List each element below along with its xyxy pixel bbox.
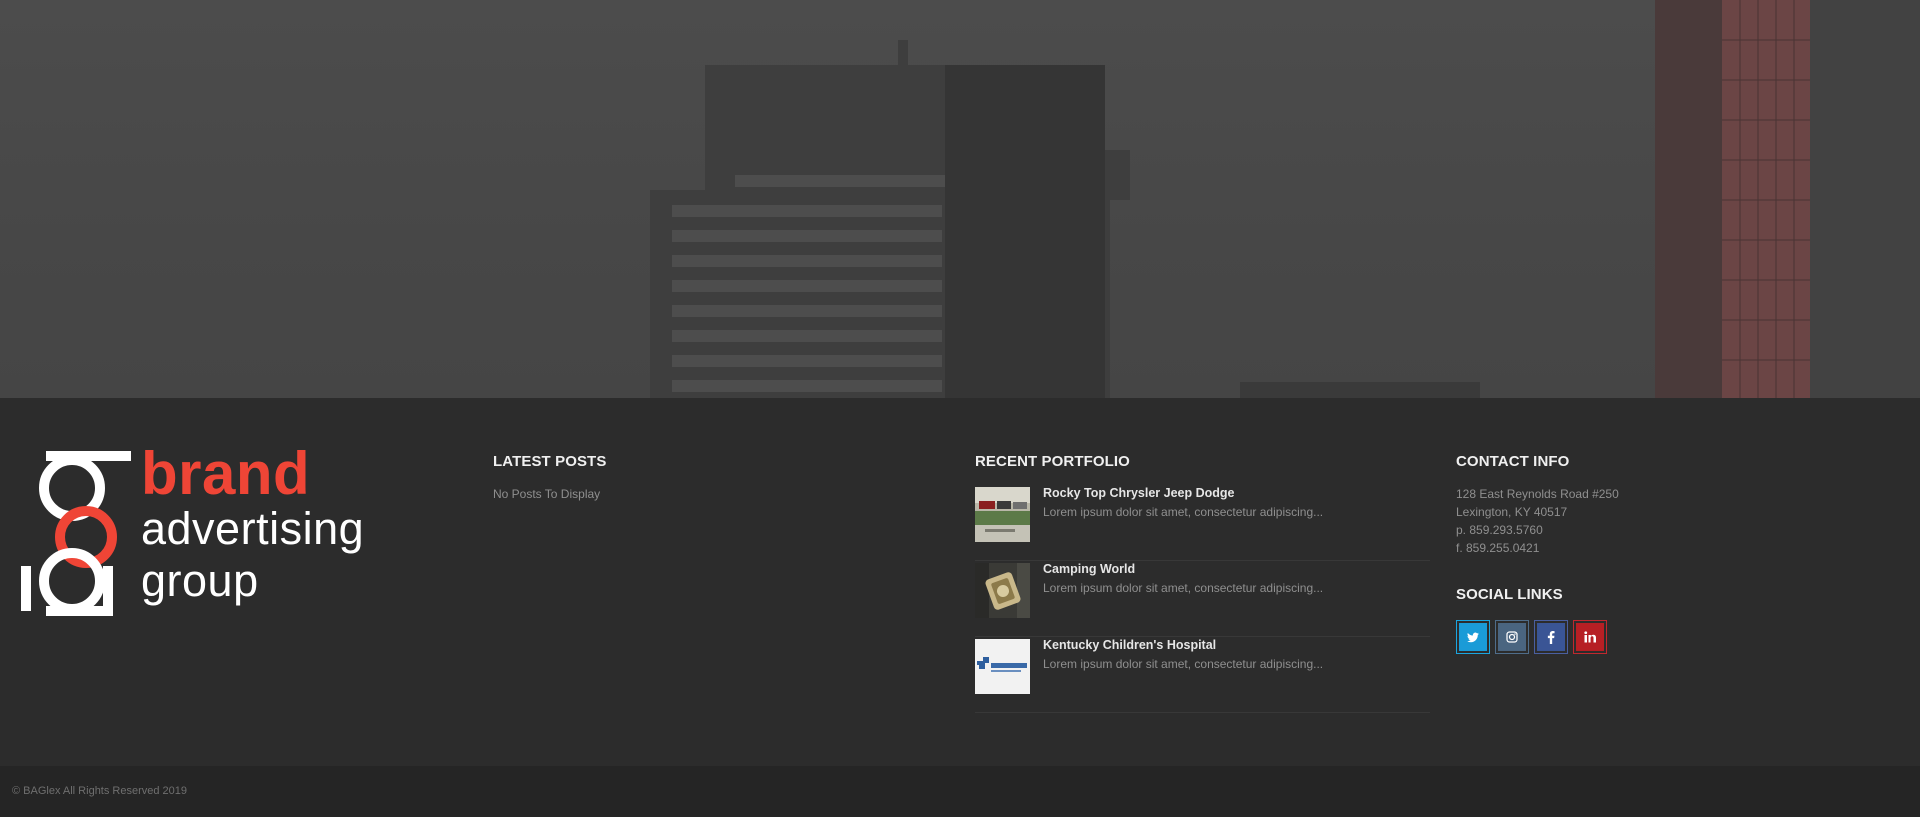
- twitter-icon: [1459, 623, 1487, 651]
- latest-posts-widget: LATEST POSTS No Posts To Display: [493, 453, 606, 503]
- logo-group-text: group: [141, 555, 259, 606]
- recent-portfolio-title: RECENT PORTFOLIO: [975, 453, 1130, 470]
- coin-thumbnail[interactable]: [975, 563, 1030, 618]
- portfolio-item[interactable]: Rocky Top Chrysler Jeep Dodge Lorem ipsu…: [975, 485, 1430, 561]
- hero-skyline-image: [0, 0, 1920, 398]
- portfolio-item-excerpt: Lorem ipsum dolor sit amet, consectetur …: [1043, 505, 1324, 519]
- linkedin-button[interactable]: [1573, 620, 1607, 654]
- footer-bottom-bar: © BAGlex All Rights Reserved 2019: [0, 766, 1920, 817]
- portfolio-list: Rocky Top Chrysler Jeep Dodge Lorem ipsu…: [975, 485, 1430, 713]
- logo-advertising-text: advertising: [141, 503, 365, 554]
- linkedin-icon: [1576, 623, 1604, 651]
- social-links-title: SOCIAL LINKS: [1456, 586, 1563, 603]
- healthcare-logo-thumbnail[interactable]: [975, 639, 1030, 694]
- site-footer: brand advertising group LATEST POSTS No …: [0, 398, 1920, 766]
- logo-wordmark: brand advertising group: [141, 440, 365, 607]
- latest-posts-title: LATEST POSTS: [493, 453, 607, 470]
- fax-number: f. 859.255.0421: [1456, 541, 1540, 555]
- social-links: [1456, 620, 1619, 654]
- portfolio-item-excerpt: Lorem ipsum dolor sit amet, consectetur …: [1043, 657, 1324, 671]
- recent-portfolio-widget: RECENT PORTFOLIO Rocky Top Chrysler Jeep…: [975, 453, 1430, 713]
- bag-monogram-icon: [21, 451, 131, 616]
- address-line-1: 128 East Reynolds Road #250: [1456, 487, 1619, 501]
- copyright-text: © BAGlex All Rights Reserved 2019: [12, 785, 188, 797]
- facebook-button[interactable]: [1534, 620, 1568, 654]
- no-posts-message: No Posts To Display: [493, 487, 601, 501]
- logo-brand-text: brand: [141, 440, 311, 507]
- instagram-button[interactable]: [1495, 620, 1529, 654]
- contact-info-widget: CONTACT INFO 128 East Reynolds Road #250…: [1456, 453, 1619, 654]
- facebook-icon: [1537, 623, 1565, 651]
- address-line-2: Lexington, KY 40517: [1456, 505, 1568, 519]
- portfolio-item-title[interactable]: Rocky Top Chrysler Jeep Dodge: [1043, 485, 1235, 501]
- twitter-button[interactable]: [1456, 620, 1490, 654]
- portfolio-item-title[interactable]: Camping World: [1043, 561, 1135, 577]
- contact-info-title: CONTACT INFO: [1456, 453, 1570, 470]
- portfolio-item[interactable]: Kentucky Children's Hospital Lorem ipsum…: [975, 637, 1430, 713]
- dealership-thumbnail[interactable]: [975, 487, 1030, 542]
- portfolio-item[interactable]: Camping World Lorem ipsum dolor sit amet…: [975, 561, 1430, 637]
- instagram-icon: [1498, 623, 1526, 651]
- skyline-illustration: [650, 0, 1920, 398]
- portfolio-item-title[interactable]: Kentucky Children's Hospital: [1043, 637, 1216, 653]
- portfolio-item-excerpt: Lorem ipsum dolor sit amet, consectetur …: [1043, 581, 1324, 595]
- footer-logo[interactable]: brand advertising group: [16, 444, 376, 616]
- phone-number[interactable]: p. 859.293.5760: [1456, 521, 1619, 539]
